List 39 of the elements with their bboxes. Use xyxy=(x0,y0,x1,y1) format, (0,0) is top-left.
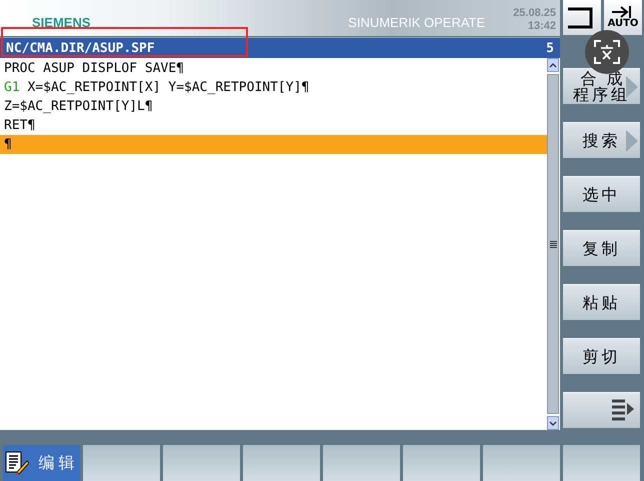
softkey-label: 搜索 xyxy=(582,132,620,148)
softkey[interactable]: 选中 xyxy=(563,176,640,212)
triangle-icon xyxy=(626,76,638,98)
edit-icon xyxy=(4,451,28,475)
channel-button[interactable] xyxy=(563,0,601,35)
mode-button[interactable]: AUTO xyxy=(604,0,642,35)
mode-label: AUTO xyxy=(608,18,638,29)
softkey-label: 剪切 xyxy=(582,348,620,364)
softkey[interactable]: 编辑 xyxy=(3,445,80,481)
softkey-label: 选中 xyxy=(582,186,620,202)
softkey[interactable]: 合成 程序组 xyxy=(563,68,640,104)
code-line[interactable]: RET¶ xyxy=(0,116,547,135)
date-text: 25.08.25 xyxy=(513,7,556,20)
product-name: SINUMERIK OPERATE xyxy=(348,15,486,30)
translate-icon xyxy=(594,40,620,64)
code-line[interactable]: G1 X=$AC_RETPOINT[X] Y=$AC_RETPOINT[Y]¶ xyxy=(0,78,547,97)
arrow-icon xyxy=(612,6,634,18)
more-icon xyxy=(612,398,634,422)
softkey[interactable] xyxy=(563,392,640,428)
scroll-up-button[interactable] xyxy=(547,58,559,72)
softkey[interactable]: 粘贴 xyxy=(563,284,640,320)
code-line[interactable]: Z=$AC_RETPOINT[Y]L¶ xyxy=(0,97,547,116)
scroll-down-button[interactable] xyxy=(547,416,559,430)
time-text: 13:42 xyxy=(528,20,556,33)
softkey-label: 粘贴 xyxy=(582,294,620,310)
softkey-label: 合成 xyxy=(580,70,632,86)
file-path: NC/CMA.DIR/ASUP.SPF xyxy=(6,40,155,56)
brand-logo: SIEMENS xyxy=(32,15,91,30)
code-line[interactable]: PROC ASUP DISPLOF SAVE¶ xyxy=(0,59,547,78)
softkey[interactable]: 搜索 xyxy=(563,122,640,158)
softkey-label: 复制 xyxy=(582,240,620,256)
chevron-down-icon xyxy=(549,420,557,426)
softkey-label: 程序组 xyxy=(573,86,630,102)
triangle-icon xyxy=(626,130,638,152)
softkey[interactable]: 复制 xyxy=(563,230,640,266)
grip-icon xyxy=(550,240,556,248)
line-number: 5 xyxy=(546,40,554,56)
chevron-up-icon xyxy=(549,62,557,68)
softkey[interactable]: 剪切 xyxy=(563,338,640,374)
